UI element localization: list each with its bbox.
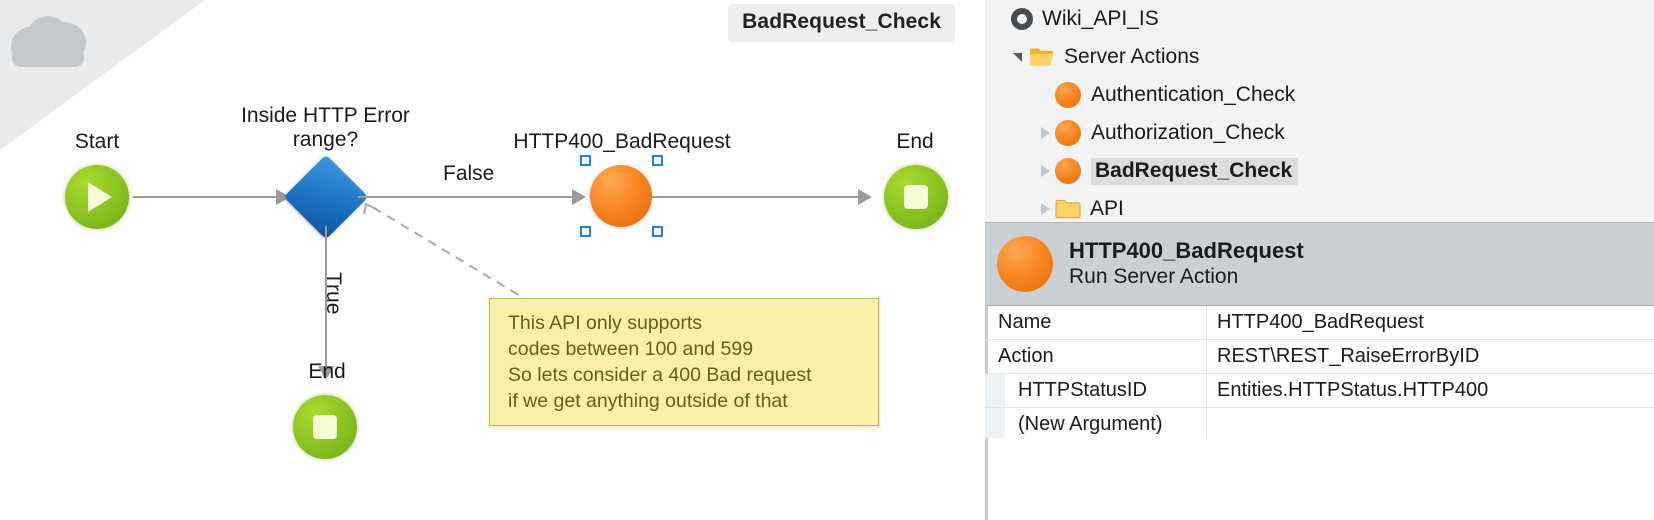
connector-start-to-decision[interactable] — [133, 196, 278, 198]
end-node-right[interactable] — [884, 165, 948, 229]
selection-handle-top-left[interactable] — [580, 155, 591, 166]
tree-item-label: Wiki_API_IS — [1042, 7, 1159, 30]
tree-item-api[interactable]: API — [985, 190, 1654, 222]
folder-closed-icon — [1055, 199, 1081, 219]
branch-label-true: True — [322, 272, 345, 315]
server-action-icon — [1055, 120, 1081, 146]
property-row-name[interactable]: Name HTTP400_BadRequest — [985, 306, 1654, 340]
tree-item-label-selected: BadRequest_Check — [1091, 157, 1299, 185]
tree-item-authorization-check[interactable]: Authorization_Check — [985, 114, 1654, 152]
module-ring-icon — [1011, 8, 1033, 30]
property-row-httpstatusid[interactable]: HTTPStatusID Entities.HTTPStatus.HTTP400 — [985, 374, 1654, 408]
server-action-icon — [997, 236, 1053, 292]
property-key: Name — [988, 306, 1207, 339]
property-key: Action — [988, 340, 1207, 373]
branch-label-false: False — [443, 162, 495, 185]
property-value[interactable]: REST\REST_RaiseErrorByID — [1207, 345, 1654, 368]
tree-item-label: Authorization_Check — [1091, 121, 1285, 144]
property-value[interactable]: Entities.HTTPStatus.HTTP400 — [1207, 379, 1654, 402]
properties-empty-area — [985, 438, 1654, 520]
flow-canvas[interactable]: BadRequest_Check Start Inside HTTP Error… — [0, 0, 975, 520]
cloud-icon — [8, 12, 100, 74]
twisty-none — [1037, 87, 1053, 103]
twisty-none — [993, 11, 1009, 27]
node-label-action: HTTP400_BadRequest — [513, 130, 731, 153]
twisty-collapsed-icon[interactable] — [1037, 163, 1053, 179]
arrowhead-to-action — [572, 189, 586, 205]
twisty-collapsed-icon[interactable] — [1037, 201, 1053, 217]
tree-item-label: API — [1090, 197, 1124, 220]
property-value[interactable]: HTTP400_BadRequest — [1207, 311, 1654, 334]
tree-item-wiki-api-is[interactable]: Wiki_API_IS — [985, 0, 1654, 38]
property-row-action[interactable]: Action REST\REST_RaiseErrorByID — [985, 340, 1654, 374]
server-action-icon — [1055, 158, 1081, 184]
property-key: HTTPStatusID — [988, 374, 1207, 407]
right-panel: Wiki_API_IS Server Actions Authenticatio… — [985, 0, 1654, 520]
editor-tab-title[interactable]: BadRequest_Check — [728, 4, 955, 42]
selected-element-title: HTTP400_BadRequest — [1069, 238, 1304, 264]
node-label-end-down: End — [308, 360, 346, 383]
stop-icon — [313, 415, 337, 439]
selected-element-subtitle: Run Server Action — [1069, 265, 1239, 289]
twisty-collapsed-icon[interactable] — [1037, 125, 1053, 141]
note-leader-line — [363, 202, 533, 304]
indent-band — [985, 408, 1005, 441]
twisty-expanded-icon[interactable] — [1011, 49, 1027, 65]
element-tree[interactable]: Wiki_API_IS Server Actions Authenticatio… — [985, 0, 1654, 222]
annotation-note[interactable]: This API only supports codes between 100… — [489, 298, 879, 426]
panel-divider[interactable] — [975, 0, 985, 520]
property-row-new-argument[interactable]: (New Argument) — [985, 408, 1654, 442]
node-label-decision: Inside HTTP Error range? — [241, 104, 410, 151]
selection-handle-bottom-left[interactable] — [580, 226, 591, 237]
selection-handle-bottom-right[interactable] — [652, 226, 663, 237]
server-action-icon — [1055, 82, 1081, 108]
properties-grid[interactable]: Name HTTP400_BadRequest Action REST\REST… — [985, 306, 1654, 520]
properties-left-border — [985, 438, 988, 520]
node-label-end-right: End — [896, 130, 934, 153]
tree-item-badrequest-check[interactable]: BadRequest_Check — [985, 152, 1654, 190]
tree-item-label: Authentication_Check — [1091, 83, 1296, 106]
start-node[interactable] — [65, 165, 129, 229]
play-icon — [88, 182, 112, 212]
connector-action-to-end[interactable] — [652, 196, 862, 198]
selection-handle-top-right[interactable] — [652, 155, 663, 166]
property-key: (New Argument) — [988, 408, 1207, 441]
arrowhead-to-end-right — [858, 189, 872, 205]
indent-band — [985, 374, 1005, 407]
end-node-down[interactable] — [293, 395, 357, 459]
service-studio-window: BadRequest_Check Start Inside HTTP Error… — [0, 0, 1654, 520]
tree-item-server-actions[interactable]: Server Actions — [985, 38, 1654, 76]
node-label-start: Start — [74, 130, 120, 153]
folder-open-icon — [1029, 47, 1055, 67]
server-action-node[interactable] — [590, 165, 652, 227]
stop-icon — [904, 185, 928, 209]
tree-item-authentication-check[interactable]: Authentication_Check — [985, 76, 1654, 114]
selected-element-header: HTTP400_BadRequest Run Server Action — [985, 222, 1654, 306]
tree-item-label: Server Actions — [1064, 45, 1200, 68]
